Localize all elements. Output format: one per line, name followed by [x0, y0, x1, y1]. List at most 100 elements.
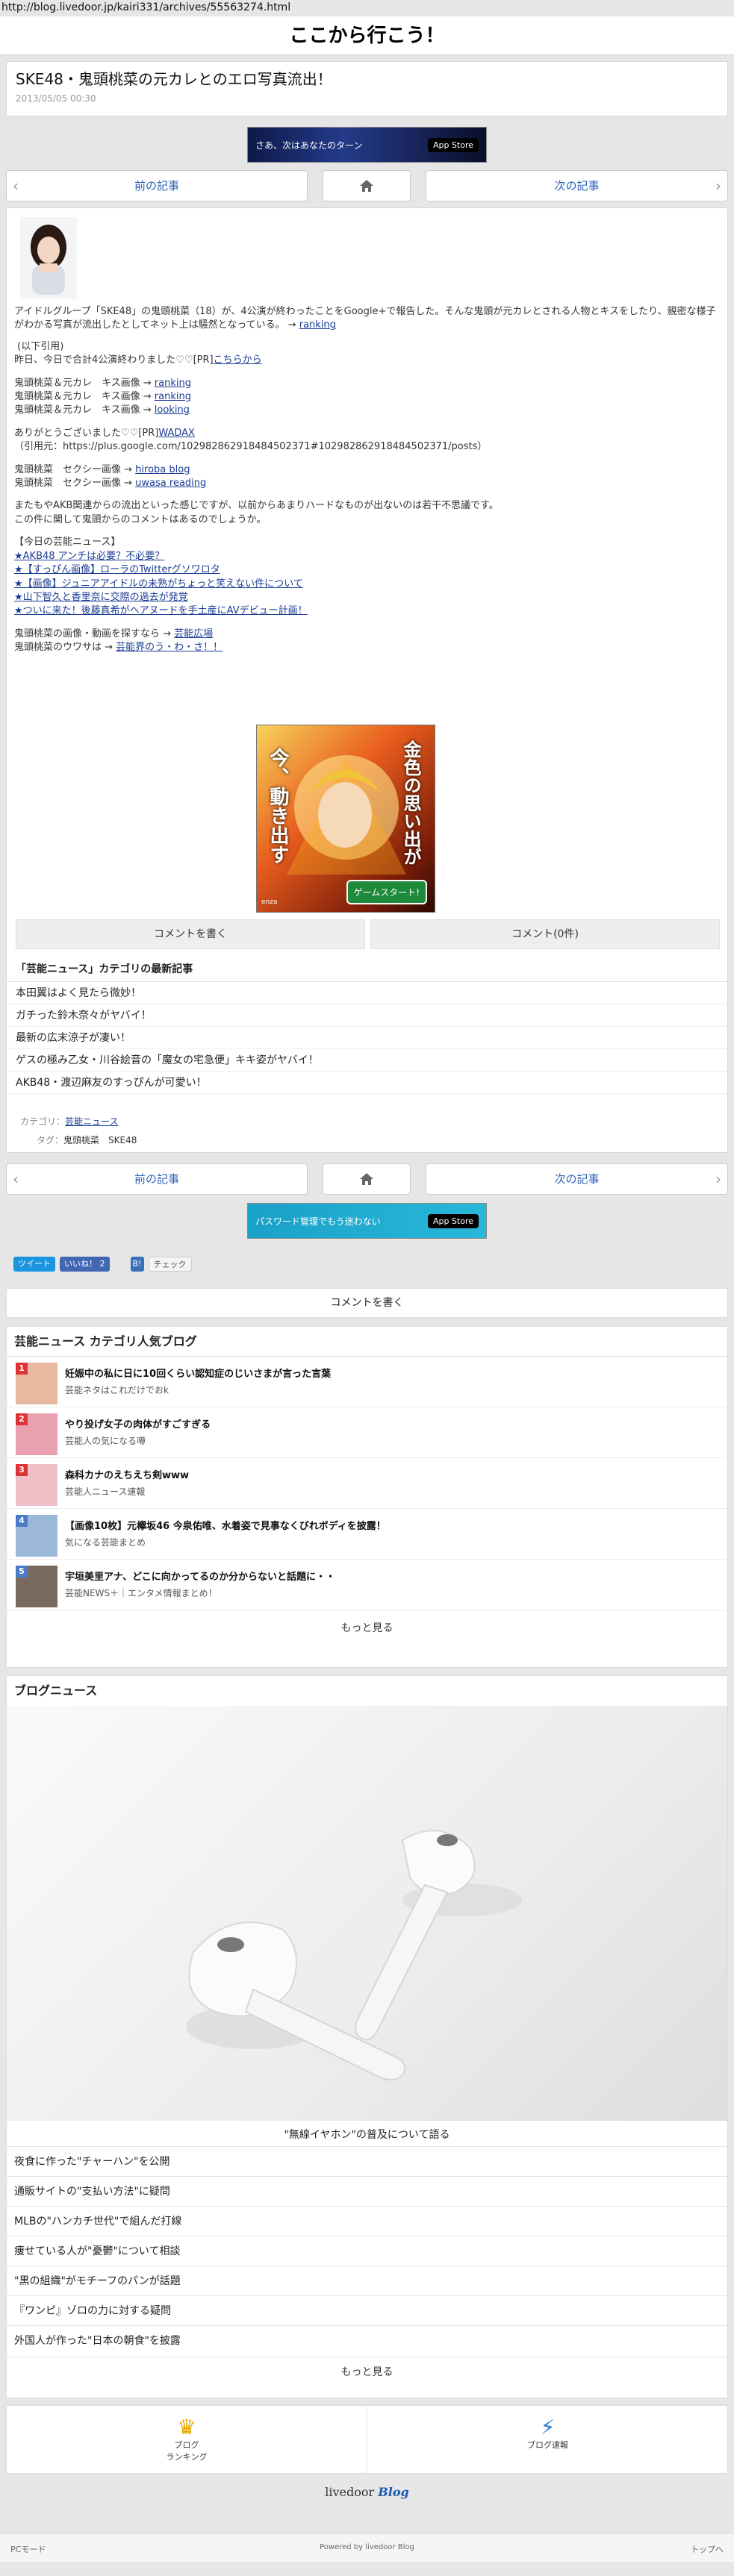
blog-news-flash-button[interactable]: ⚡ ブログ速報	[367, 2406, 728, 2473]
popular-item-title: 妊娠中の私に日に10回くらい認知症のじいさまが言った言葉	[65, 1369, 332, 1380]
quote-link[interactable]: こちらから	[214, 354, 262, 366]
blog-ranking-button[interactable]: ♛ ブログ ランキング	[7, 2406, 367, 2473]
top-app-ad-banner[interactable]: さあ、次はあなたのターン App Store	[247, 127, 487, 163]
app-store-badge: App Store	[427, 137, 479, 152]
news-item[interactable]: "黒の組織"がモチーフのパンが話題	[7, 2266, 727, 2295]
chevron-left-icon: ‹	[13, 177, 19, 195]
next-article-label: 次の記事	[554, 1172, 600, 1186]
category-link[interactable]: 芸能ニュース	[65, 1116, 118, 1127]
kiss-line: 鬼頭桃菜＆元カレ キス画像 → looking	[14, 404, 190, 416]
popular-item-source: 芸能人ニュース速報	[65, 1486, 146, 1497]
latest-article-item[interactable]: ガチった鈴木奈々がヤバイ！	[7, 1004, 727, 1027]
latest-article-item[interactable]: AKB48・渡辺麻友のすっぴんが可愛い！	[7, 1072, 727, 1094]
mixi-check-button[interactable]: チェック	[148, 1257, 192, 1272]
kiss-link[interactable]: ranking	[155, 378, 191, 389]
sexy-link[interactable]: uwasa reading	[135, 478, 206, 489]
popular-blog-item[interactable]: 1 妊娠中の私に日に10回くらい認知症のじいさまが言った言葉 芸能ネタはこれだけ…	[7, 1357, 727, 1407]
author-avatar[interactable]	[20, 217, 77, 299]
news-item[interactable]: 夜食に作った"チャーハン"を公開	[7, 2146, 727, 2176]
write-comment-button[interactable]: コメントを書く	[16, 919, 365, 949]
comment-count-button[interactable]: コメント(0件)	[370, 919, 720, 949]
page-footer: PCモード Powered by livedoor Blog トップへ	[0, 2533, 734, 2562]
tweet-button[interactable]: ツイート	[13, 1257, 55, 1272]
article-date: 2013/05/05 00:30	[16, 93, 96, 104]
today-news-link[interactable]: ★山下智久と香里奈に交際の過去が発覚	[14, 591, 720, 604]
crown-icon: ♛	[177, 2415, 196, 2439]
today-news-link[interactable]: ★ついに来た！後藤真希がヘアヌードを手土産にAVデビュー計画！	[14, 604, 720, 618]
password-app-ad-banner[interactable]: パスワード管理でもう迷わない App Store	[247, 1203, 487, 1239]
blog-news-flash-label: ブログ速報	[527, 2440, 568, 2450]
latest-article-item[interactable]: 最新の広末涼子が凄い！	[7, 1027, 727, 1049]
intro-link[interactable]: ranking	[299, 319, 336, 331]
kiss-lines: 鬼頭桃菜＆元カレ キス画像 → ranking 鬼頭桃菜＆元カレ キス画像 → …	[14, 377, 720, 418]
popular-item-title: 【画像10枚】元欅坂46 今泉佑唯、水着姿で見事なくびれボディを披露！	[65, 1521, 386, 1532]
home-button[interactable]	[323, 1163, 411, 1195]
blog-ranking-label: ブログ ランキング	[166, 2440, 208, 2462]
ad-text: パスワード管理でもう迷わない	[255, 1216, 381, 1227]
thanks-link[interactable]: WADAX	[158, 428, 195, 439]
intro-paragraph: アイドルグループ「SKE48」の鬼頭桃菜（18）が、4公演が終わったことをGoo…	[14, 306, 716, 331]
back-to-top-link[interactable]: トップへ	[691, 2543, 724, 2555]
news-photo[interactable]	[7, 1706, 727, 2121]
tag-line: タグ：鬼頭桃菜 SKE48	[37, 1135, 137, 1145]
rank-badge: 5	[16, 1566, 28, 1578]
app-store-badge: App Store	[427, 1213, 479, 1228]
popular-blog-item[interactable]: 3 森科カナのえちえち剣www 芸能人ニュース速報	[7, 1458, 727, 1509]
popular-item-source: 芸能NEWS＋｜エンタメ情報まとめ！	[65, 1588, 217, 1598]
facebook-like-button[interactable]: いいね！ 2	[60, 1257, 110, 1272]
write-comment-bar[interactable]: コメントを書く	[6, 1288, 728, 1318]
foot-link[interactable]: 芸能広場	[174, 628, 213, 640]
article-nav-bottom: ‹ 前の記事 次の記事 ›	[6, 1163, 728, 1195]
citation: （引用元：https://plus.google.com/10298286291…	[14, 441, 488, 453]
kiss-link[interactable]: ranking	[155, 391, 191, 402]
prev-article-button[interactable]: ‹ 前の記事	[6, 170, 308, 201]
tag-links[interactable]: 鬼頭桃菜 SKE48	[63, 1135, 137, 1145]
news-item[interactable]: MLBの"ハンカチ世代"で組んだ打線	[7, 2206, 727, 2236]
news-item[interactable]: 通販サイトの"支払い方法"に疑問	[7, 2176, 727, 2206]
popular-blog-item[interactable]: 4 【画像10枚】元欅坂46 今泉佑唯、水着姿で見事なくびれボディを披露！ 気に…	[7, 1509, 727, 1560]
news-more-button[interactable]: もっと見る	[7, 2357, 727, 2386]
popular-item-source: 芸能人の気になる噂	[65, 1436, 146, 1446]
chevron-left-icon: ‹	[13, 1170, 19, 1188]
latest-article-item[interactable]: ゲスの極み乙女・川谷絵音の「魔女の宅急便」キキ姿がヤバイ！	[7, 1049, 727, 1072]
foot-link[interactable]: 芸能界のう・わ・さ！！	[116, 642, 223, 653]
quote-line: 昨日、今日で合計4公演終わりました♡♡[PR]こちらから	[14, 354, 262, 366]
sexy-line: 鬼頭桃菜 セクシー画像 → uwasa reading	[14, 478, 207, 490]
news-item[interactable]: 外国人が作った"日本の朝食"を披露	[7, 2325, 727, 2355]
latest-articles: 「芸能ニュース」カテゴリの最新記事 本田翼はよく見たら微妙！ ガチった鈴木奈々が…	[7, 957, 727, 1094]
next-article-label: 次の記事	[554, 179, 600, 193]
popular-blog-item[interactable]: 5 宇垣美里アナ、どこに向かってるのか分からないと話題に・・ 芸能NEWS＋｜エ…	[7, 1560, 727, 1610]
popular-more-button[interactable]: もっと見る	[7, 1613, 727, 1643]
prev-article-button[interactable]: ‹ 前の記事	[6, 1163, 308, 1195]
rank-badge: 4	[16, 1515, 28, 1527]
article-text: アイドルグループ「SKE48」の鬼頭桃菜（18）が、4公演が終わったことをGoo…	[14, 305, 720, 655]
site-title[interactable]: ここから行こう！	[0, 16, 734, 55]
news-item[interactable]: 痩せている人が"憂鬱"について相談	[7, 2236, 727, 2266]
rank-badge: 1	[16, 1363, 28, 1375]
latest-article-item[interactable]: 本田翼はよく見たら微妙！	[7, 982, 727, 1004]
thanks-line: ありがとうございました♡♡[PR]WADAX	[14, 427, 195, 439]
today-news-link[interactable]: ★【画像】ジュニアアイドルの未熟がちょっと笑えない件について	[14, 578, 720, 591]
next-article-button[interactable]: 次の記事 ›	[426, 170, 728, 201]
news-photo-caption[interactable]: "無線イヤホン"の普及について語る	[7, 2124, 727, 2146]
kiss-line: 鬼頭桃菜＆元カレ キス画像 → ranking	[14, 391, 191, 403]
popular-item-source: 芸能ネタはこれだけでおk	[65, 1385, 169, 1395]
prev-article-label: 前の記事	[134, 1172, 179, 1186]
game-start-button[interactable]: ゲームスタート!	[346, 880, 427, 904]
chevron-right-icon: ›	[715, 1170, 721, 1188]
sexy-link[interactable]: hiroba blog	[135, 464, 190, 475]
today-news-link[interactable]: ★【すっぴん画像】ローラのTwitterグソワロタ	[14, 563, 720, 577]
bottom-nav: ♛ ブログ ランキング ⚡ ブログ速報	[6, 2405, 728, 2474]
kiss-link[interactable]: looking	[155, 404, 190, 416]
sexy-line: 鬼頭桃菜 セクシー画像 → hiroba blog	[14, 463, 190, 475]
home-button[interactable]	[323, 170, 411, 201]
game-ad-banner[interactable]: 金色の思い出が 今、動き出す enza ゲームスタート!	[256, 725, 435, 913]
today-news-link[interactable]: ★AKB48 アンチは必要？不必要？	[14, 550, 720, 563]
livedoor-blog-logo[interactable]: livedoor Blog	[0, 2485, 734, 2499]
next-article-button[interactable]: 次の記事 ›	[426, 1163, 728, 1195]
popular-blog-item[interactable]: 2 やり投げ女子の肉体がすごすぎる 芸能人の気になる噂	[7, 1407, 727, 1458]
news-item[interactable]: 『ワンピ』ゾロの力に対する疑問	[7, 2295, 727, 2325]
foot-line: 鬼頭桃菜のウワサは → 芸能界のう・わ・さ！！	[14, 642, 223, 654]
lightning-icon: ⚡	[540, 2415, 556, 2439]
hatena-bookmark-icon[interactable]: B!	[130, 1257, 144, 1272]
